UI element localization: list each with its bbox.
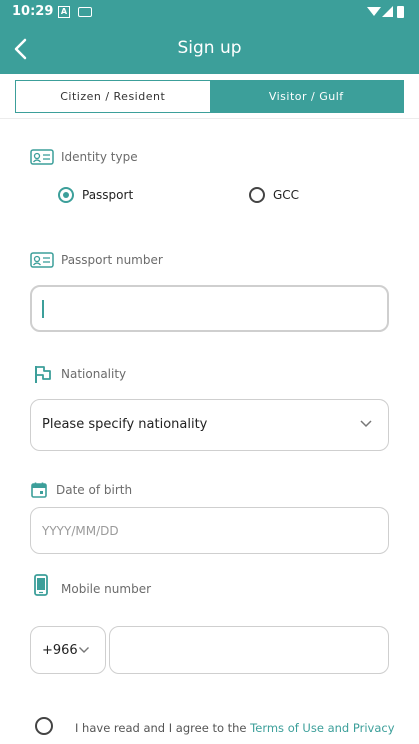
flag-icon	[35, 366, 51, 383]
mobile-number-label: Mobile number	[61, 582, 152, 596]
country-code-dropdown[interactable]: +966	[30, 626, 106, 674]
passport-number-label: Passport number	[61, 253, 163, 267]
mobile-number-input[interactable]	[109, 626, 389, 674]
date-of-birth-placeholder: YYYY/MM/DD	[42, 524, 119, 538]
user-type-tabs: Citizen / Resident Visitor / Gulf	[15, 80, 404, 113]
radio-passport-label: Passport	[82, 188, 134, 202]
radio-gcc-label: GCC	[273, 188, 300, 202]
calendar-icon	[31, 482, 47, 498]
radio-gcc[interactable]: GCC	[249, 187, 299, 203]
status-time: 10:29	[12, 4, 54, 19]
date-of-birth-input[interactable]: YYYY/MM/DD	[30, 507, 389, 554]
country-code-value: +966	[42, 643, 78, 658]
status-icons	[367, 6, 404, 18]
mobile-phone-icon	[34, 574, 48, 596]
id-card-icon	[30, 149, 54, 165]
terms-of-use-link[interactable]: Terms of Use and Privacy	[250, 721, 394, 735]
text-cursor	[42, 300, 44, 318]
notification-a-icon: A	[58, 6, 70, 18]
terms-text: I have read and I agree to the	[75, 721, 251, 735]
radio-passport[interactable]: Passport	[58, 187, 133, 203]
divider	[0, 118, 419, 119]
keyboard-icon	[78, 7, 92, 17]
nationality-label: Nationality	[61, 367, 127, 381]
passport-number-input[interactable]	[30, 285, 389, 332]
radio-gcc-circle[interactable]	[249, 187, 265, 203]
date-of-birth-label: Date of birth	[56, 483, 133, 497]
terms-agree-radio[interactable]	[35, 717, 53, 735]
nationality-value: Please specify nationality	[42, 417, 208, 432]
battery-icon	[397, 6, 404, 18]
tab-citizen-resident[interactable]: Citizen / Resident	[16, 81, 210, 112]
nationality-dropdown[interactable]: Please specify nationality	[30, 399, 389, 451]
app-bar: Sign up	[0, 24, 419, 74]
page-title: Sign up	[177, 38, 242, 58]
wifi-icon	[367, 7, 381, 16]
id-card-icon	[30, 252, 54, 268]
terms-agreement-text: I have read and I agree to the Terms of …	[75, 719, 395, 737]
tab-visitor-gulf[interactable]: Visitor / Gulf	[209, 81, 403, 112]
signal-icon	[382, 6, 393, 17]
chevron-down-icon	[360, 420, 372, 428]
status-bar: 10:29 A	[0, 0, 419, 24]
chevron-down-icon	[79, 647, 89, 653]
radio-passport-circle[interactable]	[58, 187, 74, 203]
identity-type-label: Identity type	[61, 150, 138, 164]
